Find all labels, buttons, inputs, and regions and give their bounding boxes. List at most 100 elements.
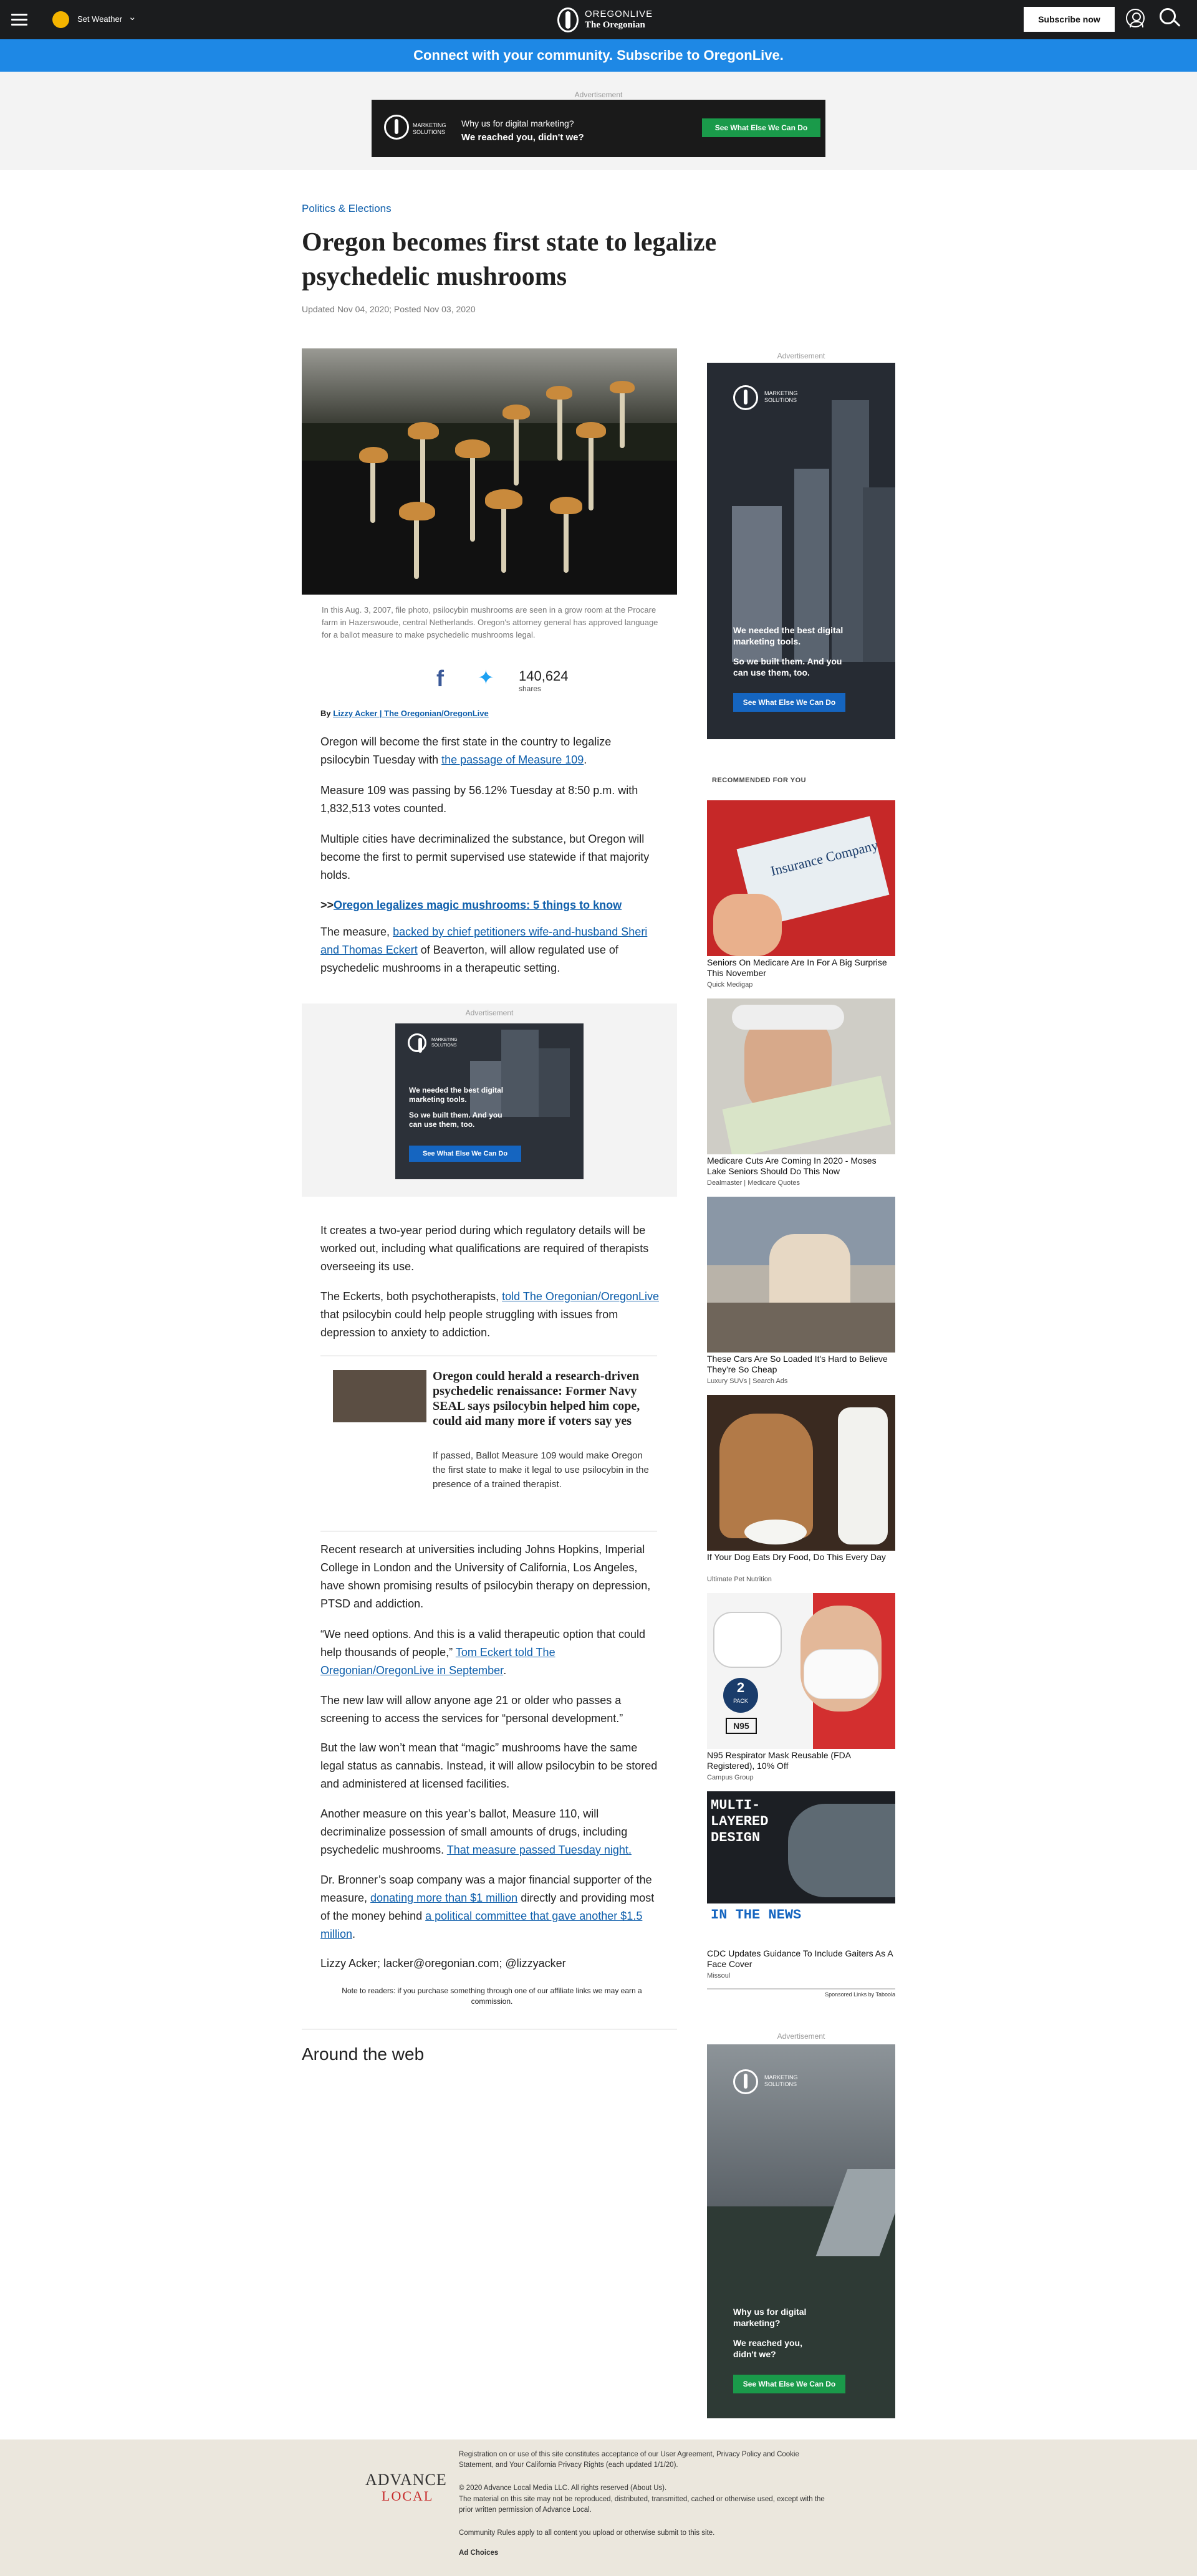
inline-ad[interactable]: MARKETING SOLUTIONS We needed the best d… <box>395 1023 584 1179</box>
related-story-thumbnail[interactable] <box>333 1370 426 1422</box>
photo-stalk <box>564 504 569 573</box>
user-account-icon[interactable] <box>1126 9 1145 27</box>
inline-ad-zone: Advertisement MARKETING SOLUTIONS We nee… <box>302 1003 677 1197</box>
photo-cap <box>610 381 635 393</box>
photo-stalk <box>620 386 625 448</box>
facebook-icon[interactable]: f <box>436 668 450 690</box>
rec-source: Missoul <box>707 1972 731 1980</box>
rec-source: Luxury SUVs | Search Ads <box>707 1377 788 1385</box>
site-logo[interactable]: OREGONLIVE The Oregonian <box>555 6 661 34</box>
told-oregonian-link[interactable]: told The Oregonian/OregonLive <box>502 1290 659 1303</box>
ad-choices-link[interactable]: Ad Choices <box>459 2548 833 2559</box>
body-paragraph: “We need options. And this is a valid th… <box>320 1628 645 1677</box>
body-paragraph: But the law won’t mean that “magic” mush… <box>320 1741 658 1790</box>
rec-image-mask-product <box>713 1612 782 1668</box>
rec-title[interactable]: These Cars Are So Loaded It's Hard to Be… <box>707 1354 895 1375</box>
menu-icon[interactable] <box>11 14 27 26</box>
twitter-icon[interactable]: ✦ <box>478 668 500 687</box>
ad-cta-button[interactable]: See What Else We Can Do <box>409 1146 521 1162</box>
photo-stalk <box>589 429 594 510</box>
footer-legal-text: Registration on or use of this site cons… <box>459 2451 799 2469</box>
chevron-down-icon[interactable]: ⌄ <box>128 11 137 22</box>
byline-prefix: By <box>320 709 331 718</box>
ad-line2: We reached you, didn't we? <box>733 2338 803 2359</box>
top-banner-ad[interactable]: MARKETING SOLUTIONS Why us for digital m… <box>372 100 825 157</box>
body-paragraph: The measure, backed by chief petitioners… <box>320 926 648 974</box>
donation-link[interactable]: donating more than $1 million <box>370 1892 517 1904</box>
ad-label: Advertisement <box>777 2032 825 2041</box>
footer-community-rules[interactable]: Community Rules apply to all content you… <box>459 2528 833 2539</box>
rec-image-dash <box>707 1303 895 1353</box>
ad-brand: MARKETING SOLUTIONS <box>431 1038 458 1048</box>
measure-109-link[interactable]: the passage of Measure 109 <box>441 754 584 766</box>
rec-source: Campus Group <box>707 1774 754 1781</box>
subscribe-promo-banner[interactable]: Connect with your community. Subscribe t… <box>0 39 1197 72</box>
ad-line1: We needed the best digital marketing too… <box>733 625 844 646</box>
sidebar-ad-1[interactable]: MARKETING SOLUTIONS We needed the best d… <box>707 363 895 739</box>
rec-title[interactable]: Medicare Cuts Are Coming In 2020 - Moses… <box>707 1156 895 1177</box>
photo-stalk <box>514 411 519 486</box>
rec-title[interactable]: N95 Respirator Mask Reusable (FDA Regist… <box>707 1750 895 1771</box>
sidebar-ad-2[interactable]: MARKETING SOLUTIONS Why us for digital m… <box>707 2044 895 2418</box>
body-paragraph: Recent research at universities includin… <box>320 1543 651 1610</box>
measure-110-link[interactable]: That measure passed Tuesday night. <box>447 1844 632 1856</box>
rec-image-car <box>707 1197 895 1353</box>
photo-cap <box>408 422 439 439</box>
weather-sun-icon[interactable] <box>52 11 69 28</box>
rec-image-gaiter-face <box>788 1804 895 1897</box>
ad-building <box>539 1048 570 1117</box>
photo-cap <box>546 386 572 400</box>
article-headline: Oregon becomes first state to legalize p… <box>302 228 717 291</box>
ad-label: Advertisement <box>777 352 825 360</box>
rec-title[interactable]: Seniors On Medicare Are In For A Big Sur… <box>707 957 895 979</box>
logo-oregonian: The Oregonian <box>585 20 645 30</box>
advance-local-logo[interactable]: ADVANCE <box>365 2471 447 2489</box>
marketing-solutions-logo-icon <box>733 2069 758 2094</box>
body-paragraph: The new law will allow anyone age 21 or … <box>320 1694 623 1725</box>
photo-stalk <box>557 392 562 461</box>
ad-line1: We needed the best digital marketing too… <box>409 1086 504 1104</box>
rec-image-gaiter: MULTI- LAYERED DESIGN <box>707 1791 895 1903</box>
body-paragraph: Measure 109 was passing by 56.12% Tuesda… <box>320 784 638 815</box>
subscribe-button[interactable]: Subscribe now <box>1024 7 1115 32</box>
rec-image-mask: 2 PACK N95 <box>707 1593 895 1749</box>
related-story-title[interactable]: Oregon could herald a research-driven ps… <box>433 1369 651 1429</box>
rec-image-bowl <box>744 1520 807 1544</box>
marketing-solutions-logo-icon <box>733 385 758 410</box>
rec-image-pack-badge: 2 PACK <box>723 1678 758 1713</box>
around-the-web-heading: Around the web <box>302 2044 425 2064</box>
photo-caption: In this Aug. 3, 2007, file photo, psiloc… <box>322 605 658 639</box>
section-kicker-link[interactable]: Politics & Elections <box>302 203 392 215</box>
logo-oregonlive: OREGONLIVE <box>585 9 653 19</box>
ad-cta-button[interactable]: See What Else We Can Do <box>702 118 820 137</box>
rec-image-dog <box>707 1395 895 1551</box>
search-icon[interactable] <box>1160 8 1176 24</box>
ad-line1: Why us for digital marketing? <box>733 2307 807 2328</box>
rec-title[interactable]: CDC Updates Guidance To Include Gaiters … <box>707 1948 895 1970</box>
rec-image-milk <box>838 1407 888 1544</box>
rec-image-hair <box>732 1005 844 1030</box>
logo-mark-icon <box>557 7 579 32</box>
share-count: 140,624 <box>519 668 569 684</box>
related-story-summary: If passed, Ballot Measure 109 would make… <box>433 1450 649 1490</box>
lead-photo-mushrooms[interactable] <box>302 348 677 595</box>
body-paragraph: Multiple cities have decriminalized the … <box>320 833 650 881</box>
rec-title[interactable]: If Your Dog Eats Dry Food, Do This Every… <box>707 1552 895 1563</box>
ad-cta-button[interactable]: See What Else We Can Do <box>733 2375 845 2393</box>
rec-source: Quick Medigap <box>707 981 753 989</box>
site-header: Set Weather ⌄ OREGONLIVE The Oregonian S… <box>0 0 1197 39</box>
ad-cta-button[interactable]: See What Else We Can Do <box>733 693 845 712</box>
ad-brand: MARKETING SOLUTIONS <box>764 390 798 403</box>
taboola-sponsored-link[interactable]: Sponsored Links by Taboola <box>707 1988 895 1998</box>
share-label: shares <box>519 684 542 693</box>
footer-reproduction-notice: The material on this site may not be rep… <box>459 2496 825 2514</box>
related-story-card: Oregon could herald a research-driven ps… <box>320 1356 657 1531</box>
affiliate-note: Note to readers: if you purchase somethi… <box>342 1986 642 2006</box>
five-things-link[interactable]: Oregon legalizes magic mushrooms: 5 thin… <box>334 899 622 911</box>
weather-label[interactable]: Set Weather <box>77 14 122 24</box>
ad-label: Advertisement <box>465 1008 514 1017</box>
author-link[interactable]: Lizzy Acker | The Oregonian/OregonLive <box>333 709 489 718</box>
ad-line2: We reached you, didn't we? <box>461 132 584 143</box>
ad-label: Advertisement <box>574 90 623 99</box>
byline: By Lizzy Acker | The Oregonian/OregonLiv… <box>320 709 489 718</box>
